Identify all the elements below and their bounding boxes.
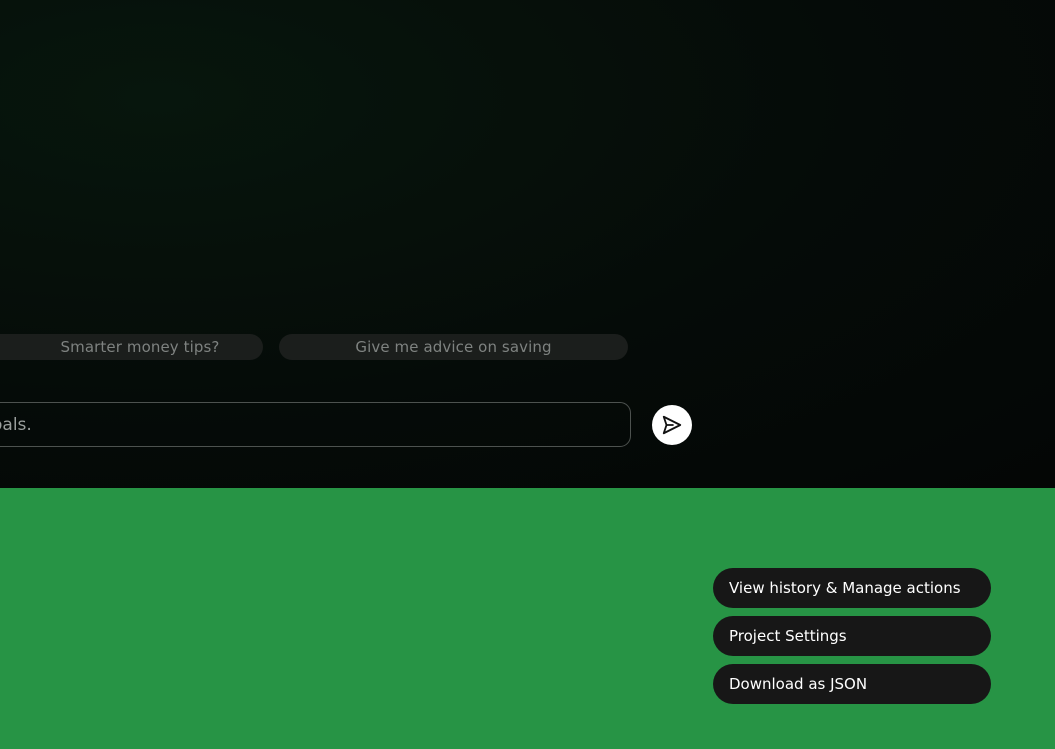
app-page: Smarter money tips? Give me advice on sa… [0,0,1055,749]
send-icon [662,415,682,435]
download-json-button[interactable]: Download as JSON [713,664,991,704]
chat-input[interactable]: g my goals. [0,402,631,447]
send-button[interactable] [652,405,692,445]
suggestion-label: Smarter money tips? [60,338,220,356]
footer-panel: View history & Manage actions Project Se… [0,488,1055,749]
project-settings-button[interactable]: Project Settings [713,616,991,656]
suggestion-chip[interactable]: Give me advice on saving [279,334,628,360]
suggestion-chip[interactable]: Smarter money tips? [0,334,263,360]
chat-input-value: g my goals. [0,414,32,435]
view-history-button[interactable]: View history & Manage actions [713,568,991,608]
suggestion-label: Give me advice on saving [355,338,552,356]
chat-area: Smarter money tips? Give me advice on sa… [0,0,1055,488]
